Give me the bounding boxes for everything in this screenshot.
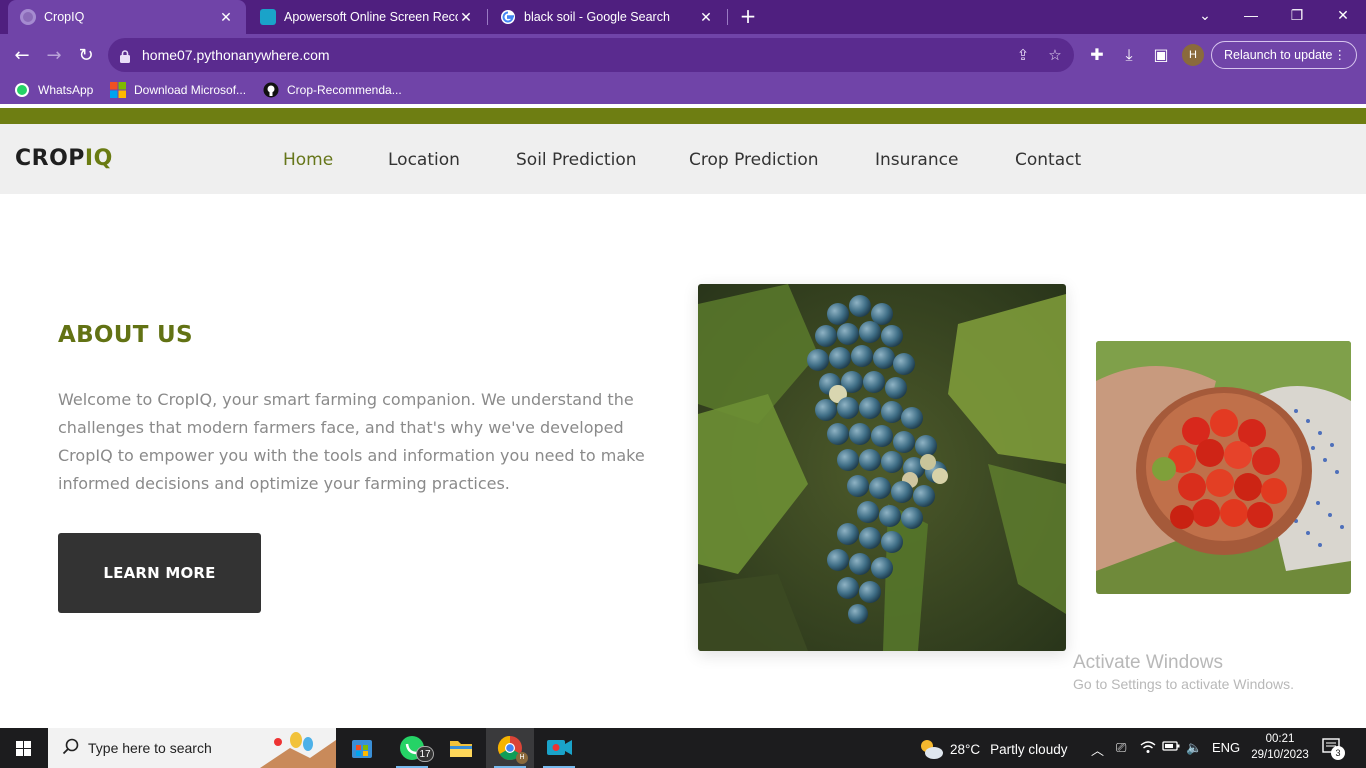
tab-apowersoft[interactable]: Apowersoft Online Screen Recor ✕ — [248, 0, 486, 34]
tab-separator — [727, 9, 728, 25]
search-highlight-icon — [260, 730, 336, 768]
close-icon[interactable]: ✕ — [458, 9, 474, 26]
whatsapp-badge: 17 — [416, 746, 434, 762]
about-title: ABOUT US — [58, 322, 193, 348]
taskbar-file-explorer[interactable] — [437, 728, 485, 768]
share-icon[interactable]: ⇪ — [1014, 46, 1032, 64]
forward-button[interactable]: → — [40, 42, 68, 70]
weather-temp: 28°C — [950, 741, 981, 757]
side-panel-icon[interactable]: ▣ — [1150, 44, 1172, 66]
close-icon[interactable]: ✕ — [698, 9, 714, 26]
github-icon — [263, 82, 279, 98]
top-accent-strip — [0, 108, 1366, 124]
bookmark-label: Crop-Recommenda... — [287, 83, 402, 97]
bookmark-label: Download Microsof... — [134, 83, 247, 97]
recorder-icon — [547, 740, 572, 755]
reload-button[interactable]: ↻ — [72, 42, 100, 70]
bookmarks-bar: WhatsApp Download Microsof... Crop-Recom… — [0, 76, 1366, 104]
nav-insurance[interactable]: Insurance — [875, 150, 958, 170]
taskbar-recorder[interactable] — [535, 728, 583, 768]
windows-taskbar: Type here to search 17 H 28°C Partly clo… — [0, 728, 1366, 768]
url-text: home07.pythonanywhere.com — [142, 47, 330, 63]
recorder-icon — [260, 9, 276, 25]
tab-cropiq[interactable]: CropIQ ✕ — [8, 0, 246, 34]
learn-more-button[interactable]: LEARN MORE — [58, 533, 261, 613]
relaunch-label: Relaunch to update — [1224, 48, 1333, 62]
download-icon[interactable]: ⤓ — [1118, 44, 1140, 66]
new-tab-button[interactable]: + — [736, 4, 760, 28]
restore-button[interactable]: ❐ — [1274, 0, 1320, 30]
tab-title: CropIQ — [44, 10, 85, 24]
tab-google-search[interactable]: black soil - Google Search ✕ — [488, 0, 726, 34]
bookmark-crop-recommendation[interactable]: Crop-Recommenda... — [263, 81, 402, 99]
bookmark-label: WhatsApp — [38, 83, 94, 97]
clock-date: 29/10/2023 — [1251, 749, 1309, 761]
nav-soil-prediction[interactable]: Soil Prediction — [516, 150, 637, 170]
volume-icon[interactable]: 🔈 — [1186, 740, 1202, 756]
start-button[interactable] — [0, 728, 48, 768]
meet-now-icon[interactable]: ⎚ — [1116, 740, 1126, 756]
logo-iq: IQ — [84, 146, 113, 171]
store-icon — [352, 740, 372, 758]
menu-dots-icon: ⋮ — [1333, 48, 1347, 62]
nav-crop-prediction[interactable]: Crop Prediction — [689, 150, 819, 170]
bookmark-star-icon[interactable]: ☆ — [1046, 46, 1064, 64]
search-icon — [62, 738, 80, 760]
browser-tab-bar: CropIQ ✕ Apowersoft Online Screen Recor … — [0, 0, 1366, 34]
tab-title: Apowersoft Online Screen Recor — [284, 10, 458, 24]
profile-avatar[interactable]: H — [1182, 44, 1204, 66]
grapes-image — [698, 284, 1066, 651]
battery-icon[interactable] — [1162, 740, 1180, 755]
minimize-button[interactable]: — — [1228, 0, 1274, 30]
windows-logo-icon — [16, 741, 31, 756]
lock-icon — [120, 48, 130, 67]
weather-widget[interactable]: 28°C Partly cloudy — [918, 738, 1067, 760]
close-icon[interactable]: ✕ — [218, 9, 234, 26]
search-placeholder: Type here to search — [88, 740, 212, 756]
partly-cloudy-icon — [921, 740, 943, 759]
globe-icon — [20, 9, 36, 25]
system-clock[interactable]: 00:21 29/10/2023 — [1250, 731, 1310, 763]
site-navbar: CROPIQ Home Location Soil Prediction Cro… — [0, 124, 1366, 194]
back-button[interactable]: ← — [8, 42, 36, 70]
notification-center-button[interactable]: 3 — [1322, 738, 1345, 762]
chevron-up-icon[interactable]: ︿ — [1091, 740, 1104, 759]
extensions-icon[interactable]: ✚ — [1086, 44, 1108, 66]
site-logo[interactable]: CROPIQ — [15, 146, 113, 171]
website-viewport: CROPIQ Home Location Soil Prediction Cro… — [0, 104, 1366, 728]
weather-condition: Partly cloudy — [990, 741, 1068, 757]
address-bar[interactable]: home07.pythonanywhere.com ⇪ ☆ — [108, 38, 1074, 72]
nav-home[interactable]: Home — [283, 150, 333, 170]
google-icon — [500, 9, 516, 25]
logo-crop: CROP — [15, 146, 85, 171]
tab-search-button[interactable]: ⌄ — [1182, 0, 1228, 30]
taskbar-store[interactable] — [338, 728, 386, 768]
bookmark-whatsapp[interactable]: WhatsApp — [14, 81, 93, 99]
tab-title: black soil - Google Search — [524, 10, 670, 24]
folder-icon — [450, 741, 472, 757]
chrome-icon — [497, 736, 522, 761]
watermark-line1: Activate Windows — [1073, 652, 1223, 673]
clock-time: 00:21 — [1265, 733, 1295, 745]
wifi-icon[interactable] — [1140, 740, 1156, 757]
bookmark-microsoft[interactable]: Download Microsof... — [110, 81, 246, 99]
language-indicator[interactable]: ENG — [1212, 740, 1240, 755]
notification-badge: 3 — [1331, 746, 1345, 760]
taskbar-chrome[interactable]: H — [486, 728, 534, 768]
relaunch-button[interactable]: Relaunch to update ⋮ — [1211, 41, 1357, 69]
close-window-button[interactable]: ✕ — [1320, 0, 1366, 30]
taskbar-whatsapp[interactable]: 17 — [388, 728, 436, 768]
tomato-bowl-image — [1096, 341, 1351, 594]
about-text: Welcome to CropIQ, your smart farming co… — [58, 390, 645, 493]
browser-toolbar: ← → ↻ home07.pythonanywhere.com ⇪ ☆ ✚ ⤓ … — [0, 34, 1366, 76]
microsoft-icon — [110, 82, 126, 98]
watermark-line2: Go to Settings to activate Windows. — [1073, 676, 1294, 692]
nav-contact[interactable]: Contact — [1015, 150, 1081, 170]
whatsapp-icon — [14, 82, 30, 98]
taskbar-search[interactable]: Type here to search — [48, 728, 336, 768]
nav-location[interactable]: Location — [388, 150, 460, 170]
chrome-profile-badge: H — [516, 752, 528, 764]
activate-windows-watermark: Activate Windows Go to Settings to activ… — [1073, 652, 1294, 692]
